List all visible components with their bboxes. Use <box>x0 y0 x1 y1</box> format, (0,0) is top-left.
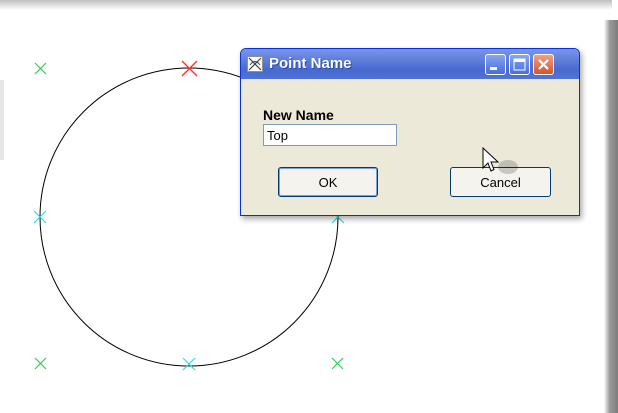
title-bar[interactable]: Point Name <box>241 49 579 79</box>
close-button[interactable] <box>533 54 554 75</box>
dialog-title: Point Name <box>269 55 352 72</box>
point-name-dialog: Point Name New Name OK Cancel <box>240 48 580 216</box>
dialog-body: New Name OK Cancel <box>241 79 579 215</box>
mouse-cursor-icon <box>482 147 518 174</box>
minimize-icon <box>490 67 497 70</box>
point-bottom-left[interactable] <box>34 357 47 370</box>
point-top-left[interactable] <box>34 62 47 75</box>
ok-button[interactable]: OK <box>278 167 378 197</box>
title-app-icon <box>247 56 263 72</box>
maximize-icon <box>513 58 526 71</box>
point-bottom-right[interactable] <box>331 357 344 370</box>
close-icon <box>538 59 549 70</box>
minimize-button[interactable] <box>485 54 506 75</box>
name-input[interactable] <box>263 124 397 146</box>
maximize-button[interactable] <box>509 54 530 75</box>
point-bottom[interactable] <box>182 357 196 371</box>
new-name-label: New Name <box>263 107 334 123</box>
